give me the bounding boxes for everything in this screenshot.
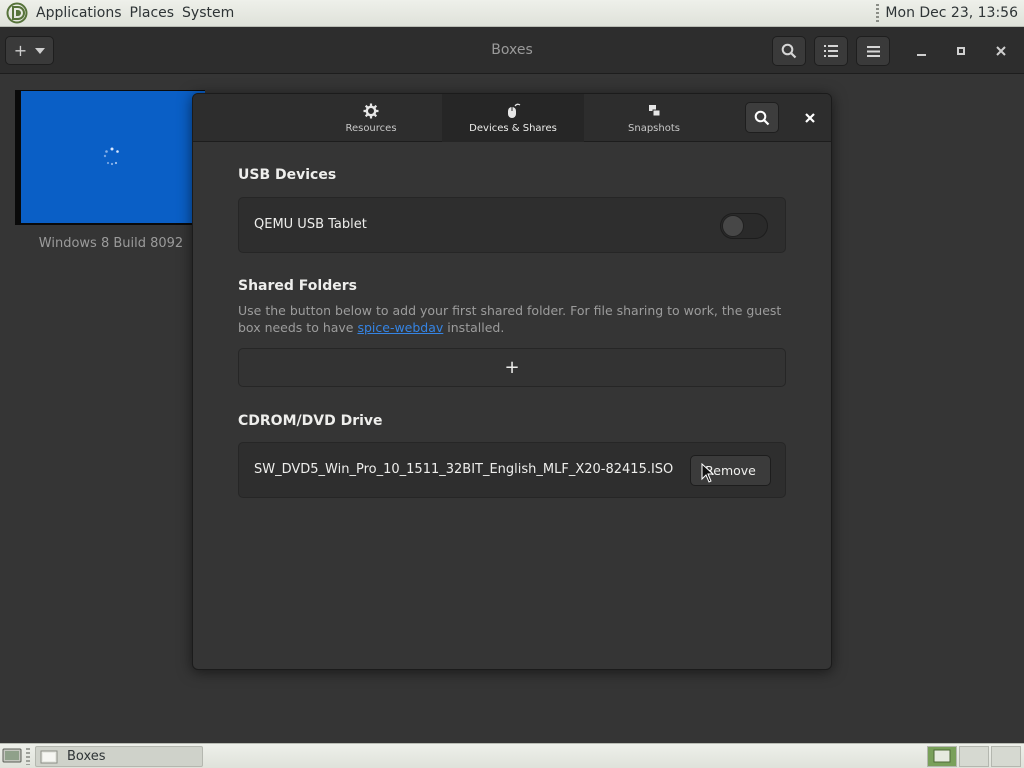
dialog-search-button[interactable] (745, 102, 779, 133)
maximize-button[interactable] (950, 40, 972, 62)
workspace-2[interactable] (959, 746, 989, 767)
top-panel: Applications Places System Mon Dec 23, 1… (0, 0, 1024, 27)
tab-devices-shares[interactable]: Devices & Shares (442, 94, 584, 142)
close-icon (996, 46, 1006, 56)
shared-folders-heading: Shared Folders (238, 278, 357, 294)
add-shared-folder-button[interactable]: + (238, 348, 786, 387)
snapshots-icon (649, 104, 661, 116)
clock-area: Mon Dec 23, 13:56 (876, 0, 1024, 26)
tab-resources[interactable]: Resources (301, 94, 441, 142)
workspace-1[interactable] (927, 746, 957, 767)
dialog-header: Resources Devices & Shares Snapshots (193, 94, 831, 142)
workspace-window-icon (933, 749, 951, 763)
places-menu[interactable]: Places (126, 5, 179, 21)
close-icon (805, 113, 815, 123)
taskbar-boxes-button[interactable]: Boxes (35, 746, 203, 767)
usb-device-toggle[interactable] (720, 213, 768, 239)
add-icon: + (13, 41, 28, 60)
gear-icon (363, 103, 379, 118)
add-icon: + (504, 357, 520, 378)
tab-snapshots[interactable]: Snapshots (584, 94, 724, 142)
hamburger-menu-icon (866, 45, 880, 57)
main-menu-button[interactable] (856, 36, 890, 66)
vm-name-label[interactable]: Windows 8 Build 8092 (15, 236, 207, 251)
tab-snapshots-label: Snapshots (628, 122, 680, 134)
panel-grip (876, 4, 880, 22)
list-view-button[interactable] (814, 36, 848, 66)
taskbar-grip (26, 748, 30, 765)
list-view-icon (824, 45, 838, 57)
search-icon (781, 43, 797, 59)
search-button[interactable] (772, 36, 806, 66)
toggle-knob (722, 215, 744, 237)
boxes-headerbar: + Boxes (0, 27, 1024, 74)
close-window-button[interactable] (990, 40, 1012, 62)
help-text-start: Use the button below to add your first s… (238, 303, 782, 335)
boxes-app-icon (40, 750, 58, 763)
usb-device-name: QEMU USB Tablet (254, 217, 367, 232)
minimize-icon (916, 53, 926, 56)
system-menu[interactable]: System (178, 5, 238, 21)
cdrom-heading: CDROM/DVD Drive (238, 413, 383, 429)
properties-dialog: Resources Devices & Shares Snapshots USB… (192, 93, 832, 670)
mouse-pointer-icon (701, 463, 715, 483)
tab-resources-label: Resources (345, 122, 397, 134)
new-box-button[interactable]: + (5, 36, 54, 65)
mate-logo-icon[interactable] (6, 2, 28, 24)
iso-filename: SW_DVD5_Win_Pro_10_1511_32BIT_English_ML… (254, 462, 674, 477)
taskbar-boxes-label: Boxes (67, 749, 106, 764)
bottom-panel: Boxes (0, 743, 1024, 768)
mouse-icon (508, 103, 521, 118)
clock[interactable]: Mon Dec 23, 13:56 (885, 5, 1024, 21)
spice-webdav-link[interactable]: spice-webdav (357, 320, 443, 335)
shared-folders-help: Use the button below to add your first s… (238, 302, 798, 336)
search-icon (754, 110, 770, 125)
workspace-3[interactable] (991, 746, 1021, 767)
help-text-end: installed. (443, 320, 505, 335)
maximize-icon (957, 47, 965, 55)
applications-menu[interactable]: Applications (32, 5, 126, 21)
loading-spinner-icon (103, 147, 119, 166)
usb-devices-heading: USB Devices (238, 167, 337, 183)
dialog-close-button[interactable] (799, 107, 821, 129)
show-desktop-icon[interactable] (2, 747, 22, 765)
tab-devices-shares-label: Devices & Shares (469, 122, 557, 134)
usb-device-row: QEMU USB Tablet (238, 197, 786, 253)
minimize-button[interactable] (910, 40, 932, 62)
chevron-down-icon (35, 47, 46, 54)
